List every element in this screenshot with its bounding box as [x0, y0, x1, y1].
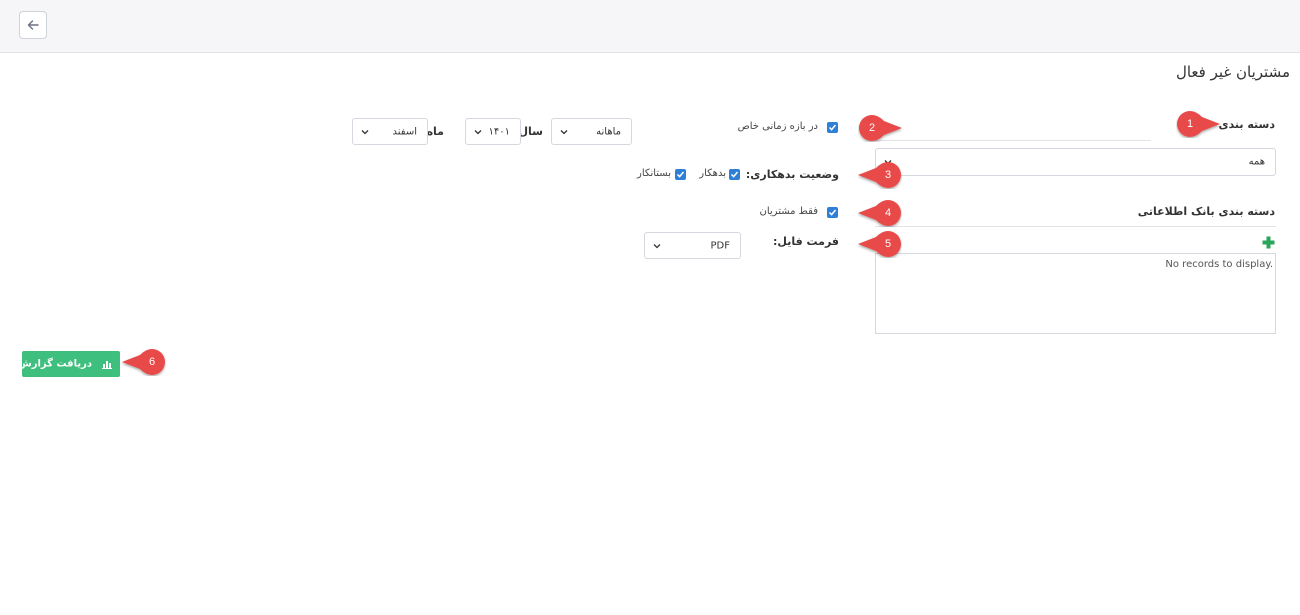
back-button[interactable]: [19, 11, 47, 39]
grouping-select[interactable]: همه: [875, 148, 1276, 176]
file-format-value: PDF: [710, 240, 730, 251]
file-format-select[interactable]: PDF: [644, 232, 741, 259]
page-title: مشتریان غیر فعال: [1175, 63, 1290, 81]
year-value: ۱۴۰۱: [488, 126, 510, 137]
month-select[interactable]: اسفند: [352, 118, 428, 145]
year-select[interactable]: ۱۴۰۱: [465, 118, 521, 145]
creditor-label: بستانکار: [637, 168, 671, 179]
marker-6: 6: [120, 348, 166, 376]
time-range-checkbox[interactable]: [827, 122, 838, 133]
chevron-down-icon: [474, 129, 482, 134]
marker-4: 4: [856, 199, 902, 227]
period-select[interactable]: ماهانه: [551, 118, 632, 145]
marker-1: 1: [1176, 110, 1222, 138]
empty-list-message: No records to display.: [1165, 259, 1273, 270]
db-grouping-label: دسته بندی بانک اطلاعاتی: [1137, 205, 1275, 218]
debtor-checkbox[interactable]: [729, 169, 740, 180]
get-report-button[interactable]: دریافت گزارش: [18, 351, 120, 377]
db-grouping-divider: [875, 226, 1276, 227]
marker-3-number: 3: [884, 169, 892, 181]
month-value: اسفند: [392, 126, 417, 137]
month-label: ماه: [426, 125, 444, 138]
period-value: ماهانه: [596, 126, 621, 137]
only-customers-checkbox[interactable]: [827, 207, 838, 218]
time-range-label: در بازه زمانی خاص: [737, 121, 818, 132]
grouping-value: همه: [1248, 156, 1265, 168]
marker-6-number: 6: [148, 356, 156, 368]
get-report-label: دریافت گزارش: [17, 358, 92, 370]
only-customers-label: فقط مشتریان: [759, 206, 819, 217]
marker-1-number: 1: [1186, 118, 1194, 130]
file-format-label: فرمت فایل:: [772, 235, 839, 248]
arrow-left-icon: [27, 20, 39, 30]
marker-5: 5: [856, 230, 902, 258]
chart-icon: [102, 361, 112, 369]
top-bar: [0, 0, 1300, 53]
creditor-checkbox[interactable]: [675, 169, 686, 180]
debt-status-label: وضعیت بدهکاری:: [745, 168, 839, 181]
db-grouping-list[interactable]: No records to display.: [875, 253, 1276, 334]
marker-2: 2: [858, 114, 904, 142]
chevron-down-icon: [560, 129, 568, 134]
chevron-down-icon: [653, 243, 661, 248]
year-label: سال: [518, 125, 544, 138]
grouping-label: دسته بندی: [1218, 118, 1275, 131]
plus-icon[interactable]: [1262, 236, 1275, 249]
grouping-underline: [875, 140, 1151, 141]
chevron-down-icon: [361, 129, 369, 134]
marker-3: 3: [856, 161, 902, 189]
marker-2-number: 2: [868, 122, 876, 134]
marker-4-number: 4: [884, 207, 892, 219]
debtor-label: بدهکار: [699, 168, 726, 179]
marker-5-number: 5: [884, 238, 892, 250]
